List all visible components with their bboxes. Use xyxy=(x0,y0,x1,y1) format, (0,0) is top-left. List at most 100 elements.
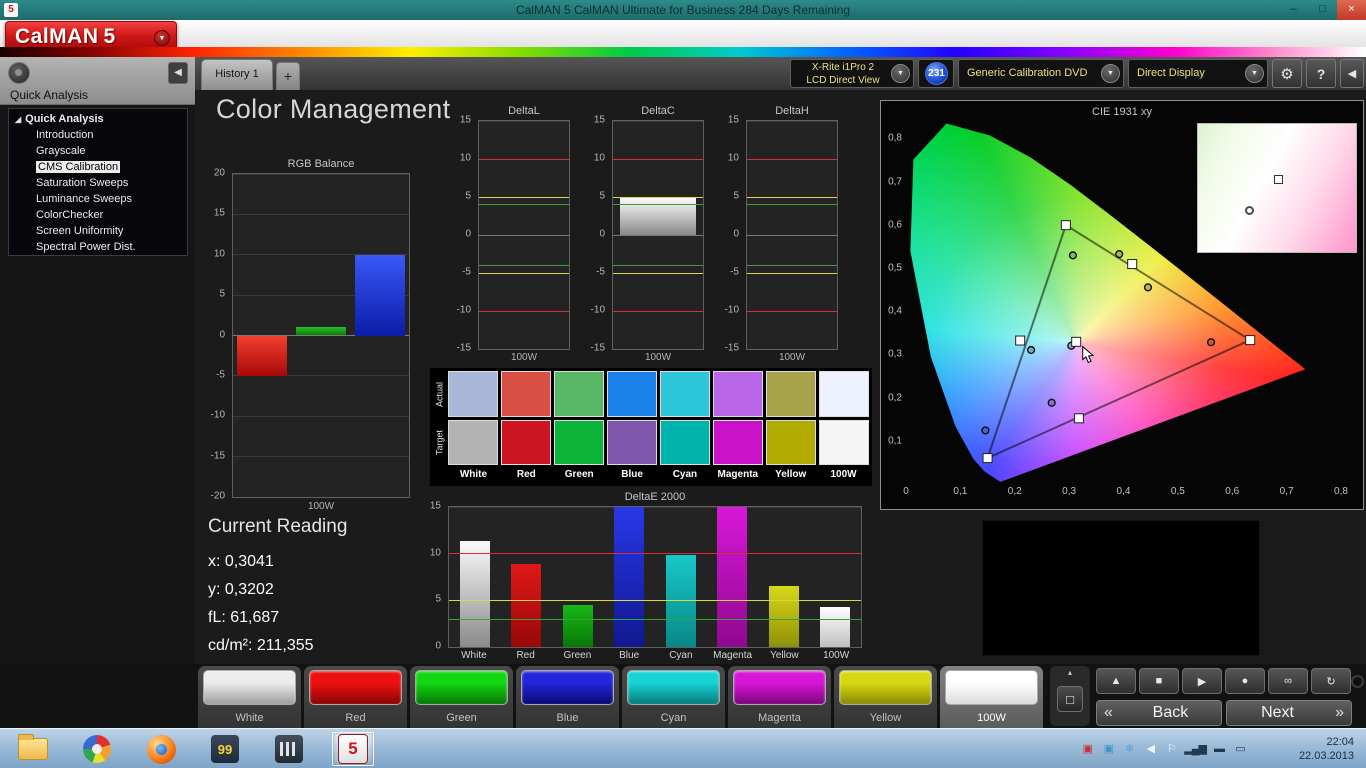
chevron-down-icon[interactable]: ▼ xyxy=(891,64,910,83)
gridline xyxy=(479,235,569,236)
swatch-column-label-red: Red xyxy=(500,466,553,484)
sidebar-item-spectral-power-dist[interactable]: Spectral Power Dist. xyxy=(9,240,187,256)
window-controls: – □ × xyxy=(1279,0,1366,20)
tray-snowflake-icon[interactable]: ❄ xyxy=(1121,741,1137,757)
swatch-column-label-100w: 100W xyxy=(817,466,870,484)
y-axis-label: -20 xyxy=(211,491,225,502)
loop-button[interactable]: ↻ xyxy=(1311,668,1351,694)
record-button[interactable]: ● xyxy=(1225,668,1265,694)
eject-button[interactable]: ▲ xyxy=(1096,668,1136,694)
sidebar-item-quick-analysis-root[interactable]: ◢Quick Analysis xyxy=(9,112,187,128)
taskbar-app-calman[interactable]: 5 xyxy=(332,732,374,766)
tray-flag-icon[interactable]: ⚐ xyxy=(1163,741,1179,757)
color-swatch-table: Actual Target WhiteRedGreenBlueCyanMagen… xyxy=(430,368,872,486)
y-axis-label: 0,1 xyxy=(888,435,902,446)
panel-collapse-button[interactable]: ◀ xyxy=(1340,59,1364,88)
reference-line xyxy=(747,197,837,198)
gridline xyxy=(233,174,409,175)
pattern-button-100w[interactable]: 100W xyxy=(940,666,1043,728)
taskbar-clock[interactable]: 22:04 22.03.2013 xyxy=(1299,735,1354,763)
reading-y: y: 0,3202 xyxy=(208,576,418,604)
chevron-down-icon[interactable]: ▼ xyxy=(1245,64,1264,83)
system-tray: ▣ ▣ ❄ ◀ ⚐ ▂▄▆ ▬ ▭ xyxy=(1079,741,1248,757)
pattern-button-magenta[interactable]: Magenta xyxy=(728,666,831,728)
y-axis-label: 0,4 xyxy=(888,306,902,317)
settings-button[interactable]: ⚙ xyxy=(1272,59,1302,88)
maximize-button[interactable]: □ xyxy=(1308,0,1337,20)
tray-speaker-icon[interactable]: ◀ xyxy=(1142,741,1158,757)
taskbar-app-firefox[interactable] xyxy=(140,732,182,766)
next-button[interactable]: Next » xyxy=(1226,700,1352,726)
sidebar-item-label: Introduction xyxy=(36,129,93,141)
sidebar-item-luminance-sweeps[interactable]: Luminance Sweeps xyxy=(9,192,187,208)
pattern-button-yellow[interactable]: Yellow xyxy=(834,666,937,728)
pattern-button-green[interactable]: Green xyxy=(410,666,513,728)
taskbar-app-messenger[interactable]: 99 xyxy=(204,732,246,766)
back-button[interactable]: « Back xyxy=(1096,700,1222,726)
meter-count-button[interactable]: 231 xyxy=(918,59,954,88)
loop-icon: ↻ xyxy=(1326,675,1335,688)
x-axis-label: 0,8 xyxy=(1334,486,1348,497)
help-button[interactable]: ? xyxy=(1306,59,1336,88)
clock-time: 22:04 xyxy=(1299,735,1354,749)
chevrons-left-icon: « xyxy=(1097,704,1120,722)
source-label: Generic Calibration DVD xyxy=(967,67,1087,79)
sidebar-item-grayscale[interactable]: Grayscale xyxy=(9,144,187,160)
gridline xyxy=(233,416,409,417)
status-led xyxy=(1351,675,1364,688)
minimize-button[interactable]: – xyxy=(1279,0,1308,20)
sidebar-collapse-button[interactable]: ◀ xyxy=(168,62,188,84)
y-axis-label: 10 xyxy=(728,153,739,164)
taskbar-app-media[interactable] xyxy=(268,732,310,766)
pattern-button-white[interactable]: White xyxy=(198,666,301,728)
tray-volume-icon[interactable]: ▬ xyxy=(1211,741,1227,757)
gridline xyxy=(233,214,409,215)
pattern-window-button[interactable]: □ xyxy=(1057,686,1083,712)
taskbar-app-explorer[interactable] xyxy=(12,732,54,766)
sidebar-item-screen-uniformity[interactable]: Screen Uniformity xyxy=(9,224,187,240)
sidebar-item-cms-calibration[interactable]: CMS Calibration xyxy=(9,160,187,176)
tray-red-app-icon[interactable]: ▣ xyxy=(1079,741,1095,757)
source-dropdown[interactable]: Generic Calibration DVD ▼ xyxy=(958,59,1124,88)
y-axis-label: -15 xyxy=(725,343,739,354)
pattern-button-cyan[interactable]: Cyan xyxy=(622,666,725,728)
swatch-column-label-cyan: Cyan xyxy=(659,466,712,484)
taskbar-app-paint[interactable] xyxy=(76,732,118,766)
pattern-button-red[interactable]: Red xyxy=(304,666,407,728)
pattern-button-label: White xyxy=(198,712,301,724)
actual-row-label: Actual xyxy=(432,370,447,418)
sidebar-item-saturation-sweeps[interactable]: Saturation Sweeps xyxy=(9,176,187,192)
pattern-button-bar: WhiteRedGreenBlueCyanMagentaYellow100W xyxy=(195,664,1047,728)
meter-dropdown[interactable]: X-Rite i1Pro 2 LCD Direct View ▼ xyxy=(790,59,914,88)
target-swatch-cyan xyxy=(660,420,710,466)
play-button[interactable]: ▶ xyxy=(1182,668,1222,694)
window-title: CalMAN 5 CalMAN Ultimate for Business 28… xyxy=(0,0,1366,20)
swatch-column-label-green: Green xyxy=(553,466,606,484)
tray-network-icon[interactable]: ▂▄▆ xyxy=(1184,741,1206,757)
chevron-down-icon[interactable]: ▼ xyxy=(1101,64,1120,83)
cie-chart-title: CIE 1931 xy xyxy=(881,106,1363,118)
continuous-icon: ∞ xyxy=(1284,675,1292,687)
delta-l-x-label: 100W xyxy=(478,352,570,363)
close-button[interactable]: × xyxy=(1337,0,1366,20)
y-axis-label: 10 xyxy=(594,153,605,164)
delta-h-chart xyxy=(746,120,838,350)
tray-blue-app-icon[interactable]: ▣ xyxy=(1100,741,1116,757)
pattern-button-blue[interactable]: Blue xyxy=(516,666,619,728)
continuous-button[interactable]: ∞ xyxy=(1268,668,1308,694)
new-tab-button[interactable]: + xyxy=(276,62,300,90)
display-control-dropdown[interactable]: Direct Display Control ▼ xyxy=(1128,59,1268,88)
pattern-button-label: 100W xyxy=(940,712,1043,724)
pattern-color-yellow xyxy=(839,670,932,705)
reference-line xyxy=(479,311,569,312)
delta-e-x-labels: WhiteRedGreenBlueCyanMagentaYellow100W xyxy=(448,650,862,661)
reference-line xyxy=(613,311,703,312)
tab-history-1[interactable]: History 1 xyxy=(201,59,273,90)
workflow-menu-button[interactable] xyxy=(8,62,30,84)
logo-menu-button[interactable]: ▼ xyxy=(154,30,170,46)
tray-tablet-icon[interactable]: ▭ xyxy=(1232,741,1248,757)
sidebar-item-colorchecker[interactable]: ColorChecker xyxy=(9,208,187,224)
stop-button[interactable]: ■ xyxy=(1139,668,1179,694)
bar-yellow xyxy=(769,586,799,647)
sidebar-item-introduction[interactable]: Introduction xyxy=(9,128,187,144)
